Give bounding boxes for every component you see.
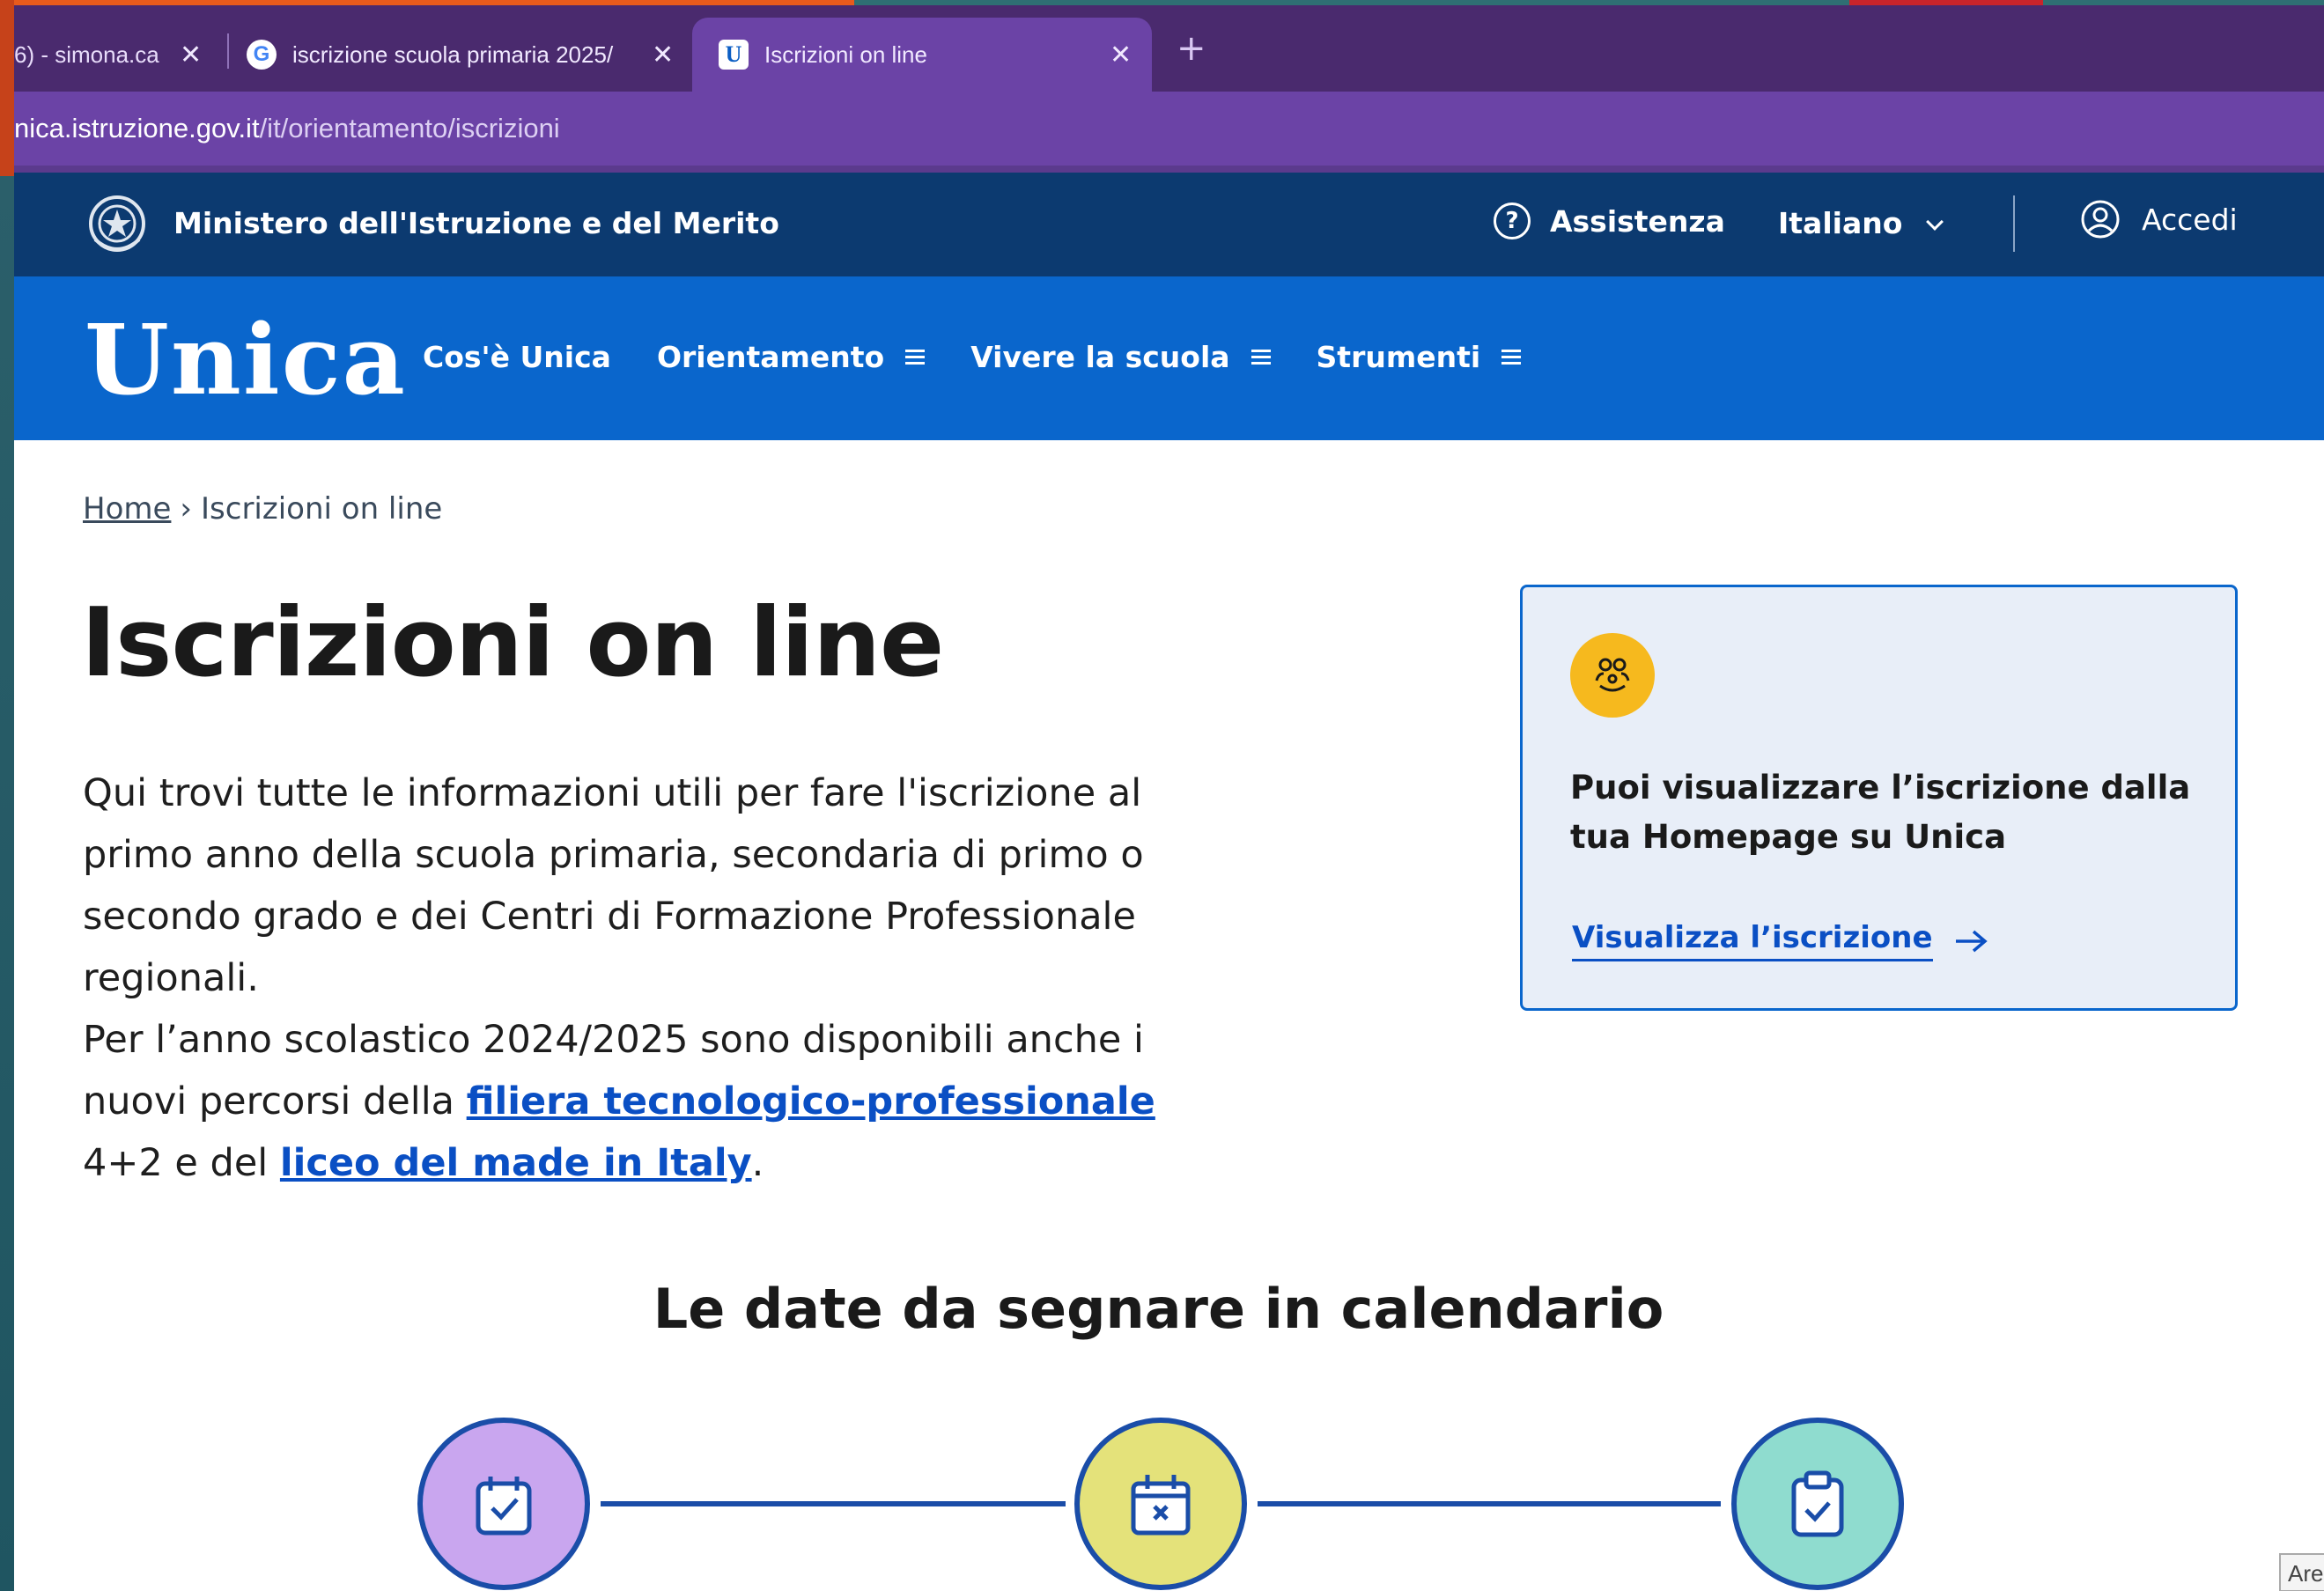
clipboard-check-icon [1791, 1470, 1844, 1537]
url-text[interactable]: nica.istruzione.gov.it/it/orientamento/i… [14, 113, 560, 144]
floating-widget[interactable]: Are [2279, 1553, 2324, 1591]
intro-text: Qui trovi tutte le informazioni utili pe… [83, 762, 1184, 1194]
tab-title: 6) - simona.ca [14, 41, 159, 68]
tab-title: iscrizione scuola primaria 2025/ [292, 41, 614, 68]
nav-item-label: Vivere la scuola [970, 340, 1230, 374]
tab-separator [227, 33, 229, 69]
assistance-label: Assistenza [1550, 203, 1725, 239]
timeline-step-1[interactable] [417, 1418, 590, 1590]
intro-text-part: . [751, 1141, 764, 1185]
arrow-right-icon [1955, 930, 1988, 952]
unica-icon: U [719, 40, 749, 70]
user-circle-icon [2081, 200, 2120, 239]
nav-item-label: Cos'è Unica [423, 340, 611, 374]
browser-tab-bar: 6) - simona.ca ✕ G iscrizione scuola pri… [14, 5, 2324, 92]
menu-icon [1251, 346, 1271, 368]
nav-item-cose-unica[interactable]: Cos'è Unica [423, 340, 611, 374]
close-icon[interactable]: ✕ [652, 40, 674, 70]
menu-icon [1501, 346, 1522, 368]
nav-item-label: Strumenti [1316, 340, 1481, 374]
tab-mail[interactable]: 6) - simona.ca ✕ [14, 18, 225, 92]
url-path: /it/orientamento/iscrizioni [259, 113, 560, 144]
republic-emblem-icon [89, 195, 145, 252]
close-icon[interactable]: ✕ [180, 40, 202, 70]
card-title: Puoi visualizzare l’iscrizione dalla tua… [1570, 769, 2191, 856]
address-bar-border [14, 166, 2324, 173]
intro-paragraph-1: Qui trovi tutte le informazioni utili pe… [83, 771, 1144, 1000]
login-label: Accedi [2142, 202, 2238, 237]
calendar-heading-text: Le date da segnare in calendario [653, 1277, 1664, 1341]
card-link-label: Visualizza l’iscrizione [1572, 920, 1933, 961]
breadcrumb-home-link[interactable]: Home [83, 491, 171, 527]
desktop-left-strip [0, 0, 14, 1591]
language-selector[interactable]: Italiano [1778, 206, 1944, 240]
timeline-step-3[interactable] [1731, 1418, 1904, 1590]
calendar-heading: Le date da segnare in calendario [0, 1277, 2324, 1341]
assistance-link[interactable]: ? Assistenza [1494, 203, 1725, 239]
main-navigation: Unica Cos'è Unica Orientamento Vivere la… [14, 276, 2324, 440]
unica-logo[interactable]: Unica [85, 312, 407, 409]
timeline-connector [601, 1501, 1066, 1506]
nav-item-strumenti[interactable]: Strumenti [1317, 340, 1522, 374]
ministry-name[interactable]: Ministero dell'Istruzione e del Merito [173, 206, 779, 240]
tab-google-search[interactable]: G iscrizione scuola primaria 2025/ ✕ [247, 18, 687, 92]
close-icon[interactable]: ✕ [1110, 40, 1132, 70]
ministry-header: Ministero dell'Istruzione e del Merito ?… [14, 173, 2324, 276]
page-title: Iscrizioni on line [81, 588, 944, 698]
calendar-check-icon [476, 1477, 532, 1536]
calendar-x-icon [1131, 1475, 1191, 1536]
chevron-down-icon [1926, 213, 1944, 231]
header-divider [2013, 195, 2015, 252]
intro-text-part: 4+2 e del [83, 1141, 280, 1185]
liceo-made-in-italy-link[interactable]: liceo del made in Italy [280, 1141, 752, 1185]
nav-menu: Cos'è Unica Orientamento Vivere la scuol… [423, 340, 1567, 374]
url-host: nica.istruzione.gov.it [14, 113, 260, 144]
breadcrumb-current: Iscrizioni on line [201, 491, 443, 527]
view-enrollment-link[interactable]: Visualizza l’iscrizione [1572, 920, 1989, 961]
intro-paragraph-2: Per l’anno scolastico 2024/2025 sono dis… [83, 1009, 1184, 1194]
breadcrumb: Home › Iscrizioni on line [83, 491, 442, 527]
login-button[interactable]: Accedi [2080, 199, 2238, 239]
breadcrumb-separator: › [180, 491, 193, 527]
language-label: Italiano [1778, 206, 1903, 240]
timeline-connector [1258, 1501, 1721, 1506]
nav-item-orientamento[interactable]: Orientamento [656, 340, 926, 374]
google-icon: G [247, 40, 277, 70]
address-bar[interactable]: nica.istruzione.gov.it/it/orientamento/i… [14, 92, 2324, 171]
homepage-info-card: Puoi visualizzare l’iscrizione dalla tua… [1520, 585, 2238, 1011]
help-icon: ? [1494, 203, 1531, 239]
nav-item-label: Orientamento [656, 340, 885, 374]
new-tab-button[interactable]: + [1177, 28, 1206, 69]
family-icon [1570, 633, 1655, 718]
timeline-step-2[interactable] [1074, 1418, 1247, 1590]
filiera-link[interactable]: filiera tecnologico-professionale [467, 1079, 1155, 1123]
nav-item-vivere-la-scuola[interactable]: Vivere la scuola [970, 340, 1271, 374]
tab-title: Iscrizioni on line [764, 41, 927, 68]
tab-iscrizioni[interactable]: U Iscrizioni on line ✕ [692, 18, 1152, 92]
menu-icon [905, 346, 926, 368]
